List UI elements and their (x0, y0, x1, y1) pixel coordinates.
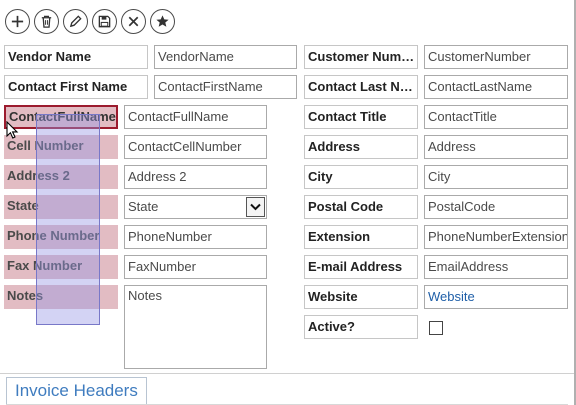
contact-full-name-field[interactable]: ContactFullName (124, 105, 267, 129)
address-field[interactable]: Address (424, 135, 568, 159)
address-label: Address (304, 135, 418, 159)
close-icon (128, 16, 139, 27)
email-address-field[interactable]: EmailAddress (424, 255, 568, 279)
pencil-icon (69, 15, 82, 28)
vendor-name-field[interactable]: VendorName (154, 45, 297, 69)
email-address-label: E-mail Address (304, 255, 418, 279)
tab-invoice-headers[interactable]: Invoice Headers (6, 377, 147, 404)
contact-last-name-field[interactable]: ContactLastName (424, 75, 568, 99)
customer-number-label: Customer Num… (304, 45, 418, 69)
postal-code-field[interactable]: PostalCode (424, 195, 568, 219)
city-field[interactable]: City (424, 165, 568, 189)
extension-label: Extension (304, 225, 418, 249)
edit-record-button[interactable] (63, 9, 88, 34)
extension-field[interactable]: PhoneNumberExtension (424, 225, 568, 249)
active-checkbox[interactable] (429, 321, 443, 335)
state-combo[interactable]: State (124, 195, 267, 219)
phone-number-field[interactable]: PhoneNumber (124, 225, 267, 249)
notes-field[interactable]: Notes (124, 285, 267, 369)
drag-selection-overlay (36, 114, 100, 325)
customer-number-field[interactable]: CustomerNumber (424, 45, 568, 69)
vendor-name-label: Vendor Name (4, 45, 148, 69)
cancel-button[interactable] (121, 9, 146, 34)
contact-title-field[interactable]: ContactTitle (424, 105, 568, 129)
favorite-button[interactable] (150, 9, 175, 34)
website-label: Website (304, 285, 418, 309)
add-record-button[interactable] (5, 9, 30, 34)
star-icon (156, 15, 169, 27)
subform-tab-bar: Invoice Headers (0, 373, 574, 405)
chevron-down-icon (250, 203, 261, 211)
plus-icon (11, 15, 24, 28)
cell-number-field[interactable]: ContactCellNumber (124, 135, 267, 159)
fax-number-field[interactable]: FaxNumber (124, 255, 267, 279)
contact-first-name-label: Contact First Name (4, 75, 148, 99)
save-record-button[interactable] (92, 9, 117, 34)
address-2-field[interactable]: Address 2 (124, 165, 267, 189)
contact-last-name-label: Contact Last N… (304, 75, 418, 99)
trash-icon (41, 15, 52, 28)
state-dropdown-button[interactable] (246, 197, 265, 217)
contact-title-label: Contact Title (304, 105, 418, 129)
record-toolbar (5, 9, 175, 35)
contact-first-name-field[interactable]: ContactFirstName (154, 75, 297, 99)
floppy-disk-icon (98, 15, 111, 28)
state-combo-value: State (128, 199, 159, 214)
city-label: City (304, 165, 418, 189)
active-label: Active? (304, 315, 418, 339)
postal-code-label: Postal Code (304, 195, 418, 219)
delete-record-button[interactable] (34, 9, 59, 34)
mouse-pointer-icon (6, 121, 19, 139)
website-link[interactable]: Website (424, 285, 568, 309)
